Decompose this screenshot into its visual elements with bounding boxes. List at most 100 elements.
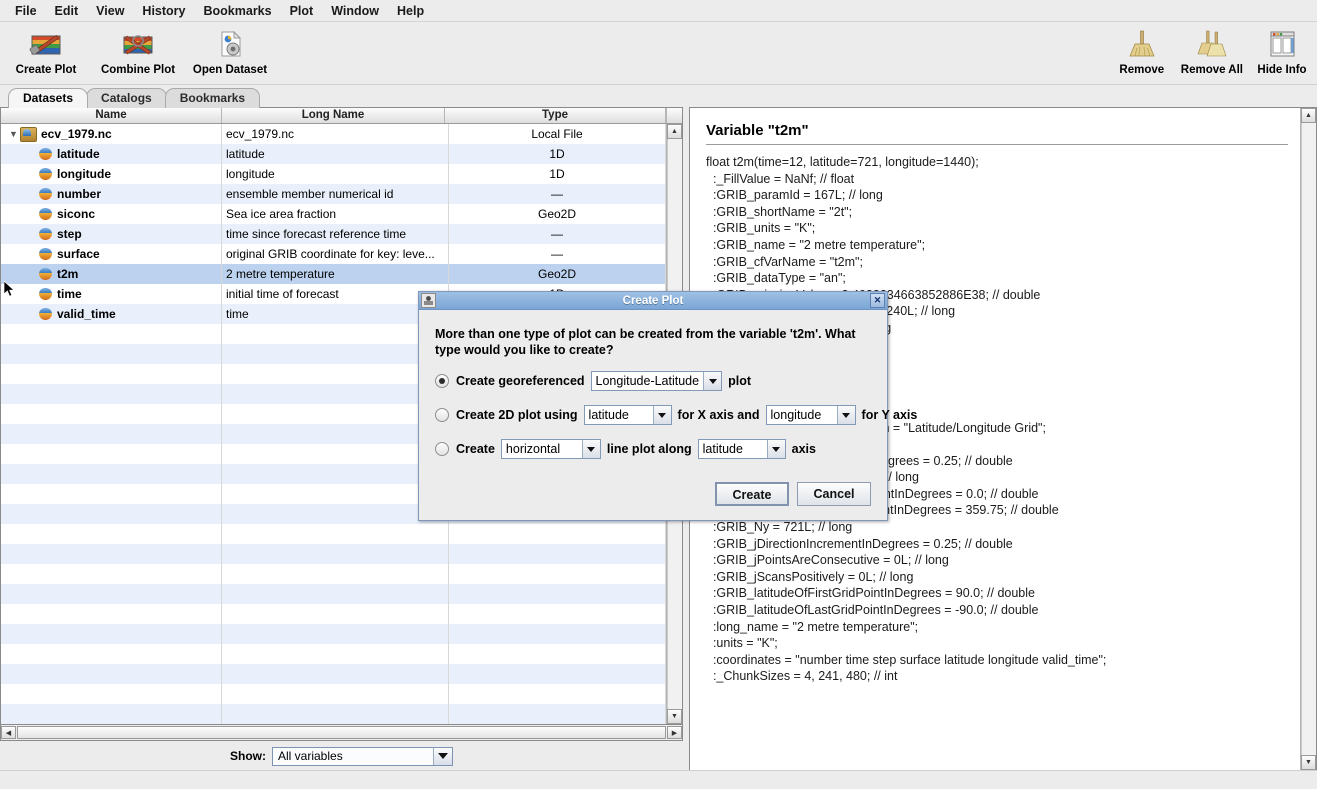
info-scroll-track[interactable] — [1301, 123, 1316, 755]
info-scroll-up-arrow[interactable]: ▲ — [1301, 108, 1316, 123]
header-corner — [666, 108, 682, 123]
option-line-suffix: axis — [791, 442, 816, 456]
dialog-button-bar: Create Cancel — [715, 482, 871, 506]
expand-twisty-icon[interactable]: ▼ — [7, 124, 20, 144]
y-axis-dropdown[interactable]: longitude — [765, 405, 856, 425]
table-row[interactable]: siconc Sea ice area fraction Geo2D — [1, 204, 666, 224]
tab-strip: Datasets Catalogs Bookmarks — [0, 85, 1317, 108]
toolbar: Create Plot Combine Plot Open Dataset Re… — [0, 22, 1317, 85]
tab-datasets[interactable]: Datasets — [8, 88, 89, 108]
menu-item-history[interactable]: History — [133, 2, 194, 20]
option-2d-middle: for X axis and — [677, 408, 760, 422]
option-2d-plot-row[interactable]: Create 2D plot using latitude for X axis… — [435, 405, 917, 425]
combine-plot-button[interactable]: Combine Plot — [92, 22, 184, 76]
horizontal-scroll-thumb[interactable] — [17, 726, 666, 739]
table-row[interactable]: longitude longitude 1D — [1, 164, 666, 184]
close-icon[interactable]: ✕ — [870, 293, 885, 308]
variable-info-title: Variable "t2m" — [706, 122, 809, 139]
line-axis-dropdown[interactable]: latitude — [697, 439, 786, 459]
table-row[interactable]: number ensemble member numerical id — — [1, 184, 666, 204]
cell-long-name: ecv_1979.nc — [222, 124, 449, 144]
row-name-label: step — [57, 227, 82, 241]
status-bar — [0, 770, 1317, 789]
cell-type: 1D — [449, 144, 666, 164]
radio-line-plot[interactable] — [435, 442, 449, 456]
menu-item-bookmarks[interactable]: Bookmarks — [195, 2, 281, 20]
georeferenced-type-dropdown[interactable]: Longitude-Latitude — [590, 371, 723, 391]
cell-name: latitude — [1, 144, 222, 164]
combine-plot-icon — [117, 27, 159, 61]
tab-catalogs[interactable]: Catalogs — [86, 88, 167, 108]
variable-icon — [39, 148, 52, 160]
cell-long-name: initial time of forecast — [222, 284, 449, 304]
menu-item-window[interactable]: Window — [322, 2, 388, 20]
column-header-long-name[interactable]: Long Name — [222, 108, 445, 123]
x-axis-value: latitude — [584, 406, 653, 424]
cell-name: longitude — [1, 164, 222, 184]
menu-item-view[interactable]: View — [87, 2, 133, 20]
info-vertical-scrollbar[interactable]: ▲ ▼ — [1300, 108, 1316, 770]
chevron-down-icon — [766, 440, 785, 458]
option-georeferenced-row[interactable]: Create georeferenced Longitude-Latitude … — [435, 371, 871, 391]
menu-item-help[interactable]: Help — [388, 2, 433, 20]
open-dataset-button[interactable]: Open Dataset — [184, 22, 276, 76]
info-scroll-down-arrow[interactable]: ▼ — [1301, 755, 1316, 770]
column-header-type[interactable]: Type — [445, 108, 666, 123]
cell-name: valid_time — [1, 304, 222, 324]
table-row[interactable]: ▼ ecv_1979.nc ecv_1979.nc Local File — [1, 124, 666, 144]
table-row-empty — [1, 604, 666, 624]
scroll-left-arrow[interactable]: ◀ — [1, 726, 16, 739]
table-row[interactable]: t2m 2 metre temperature Geo2D — [1, 264, 666, 284]
line-axis-value: latitude — [698, 440, 767, 458]
option-line-plot-row[interactable]: Create horizontal line plot along latitu… — [435, 439, 871, 459]
cancel-button[interactable]: Cancel — [797, 482, 871, 506]
cell-name: siconc — [1, 204, 222, 224]
scroll-right-arrow[interactable]: ▶ — [667, 726, 682, 739]
remove-label: Remove — [1119, 64, 1165, 76]
remove-button[interactable]: Remove — [1109, 22, 1175, 76]
option-line-prefix: Create — [456, 442, 495, 456]
cell-long-name: time since forecast reference time — [222, 224, 449, 244]
table-horizontal-scrollbar[interactable]: ◀ ▶ — [0, 725, 683, 741]
table-row[interactable]: latitude latitude 1D — [1, 144, 666, 164]
radio-2d-plot[interactable] — [435, 408, 449, 422]
cell-type: Geo2D — [449, 204, 666, 224]
option-georeferenced-prefix: Create georeferenced — [456, 374, 585, 388]
cell-name: ▼ ecv_1979.nc — [1, 124, 222, 144]
menu-item-file[interactable]: File — [6, 2, 46, 20]
menu-item-plot[interactable]: Plot — [281, 2, 323, 20]
scroll-up-arrow[interactable]: ▲ — [667, 124, 682, 139]
table-row[interactable]: surface original GRIB coordinate for key:… — [1, 244, 666, 264]
table-row-empty — [1, 664, 666, 684]
column-header-name[interactable]: Name — [1, 108, 222, 123]
row-name-label: longitude — [57, 167, 111, 181]
create-plot-label: Create Plot — [15, 64, 77, 76]
menu-item-edit[interactable]: Edit — [46, 2, 88, 20]
x-axis-dropdown[interactable]: latitude — [583, 405, 672, 425]
dialog-title-bar[interactable]: Create Plot ✕ — [419, 292, 887, 310]
row-name-label: siconc — [57, 207, 96, 221]
line-orientation-value: horizontal — [501, 440, 582, 458]
show-filter-bar: Show: All variables — [0, 741, 683, 771]
open-dataset-label: Open Dataset — [192, 64, 268, 76]
line-orientation-dropdown[interactable]: horizontal — [500, 439, 601, 459]
option-2d-prefix: Create 2D plot using — [456, 408, 578, 422]
hide-info-button[interactable]: Hide Info — [1249, 22, 1315, 76]
broom-icon — [1121, 27, 1163, 61]
chevron-down-icon — [433, 747, 452, 765]
dialog-title-label: Create Plot — [622, 294, 684, 307]
create-button[interactable]: Create — [715, 482, 789, 506]
cell-name: time — [1, 284, 222, 304]
row-name-label: latitude — [57, 147, 100, 161]
table-row[interactable]: step time since forecast reference time — — [1, 224, 666, 244]
scroll-down-arrow[interactable]: ▼ — [667, 709, 682, 724]
toolbar-right-group: Remove Remove All Hide Info — [1109, 22, 1315, 76]
tab-bookmarks[interactable]: Bookmarks — [164, 88, 261, 108]
show-variables-dropdown[interactable]: All variables — [272, 746, 453, 766]
remove-all-button[interactable]: Remove All — [1175, 22, 1249, 76]
create-plot-button[interactable]: Create Plot — [0, 22, 92, 76]
variable-icon — [39, 288, 52, 300]
y-axis-value: longitude — [766, 406, 837, 424]
radio-georeferenced[interactable] — [435, 374, 449, 388]
row-name-label: ecv_1979.nc — [41, 127, 112, 141]
